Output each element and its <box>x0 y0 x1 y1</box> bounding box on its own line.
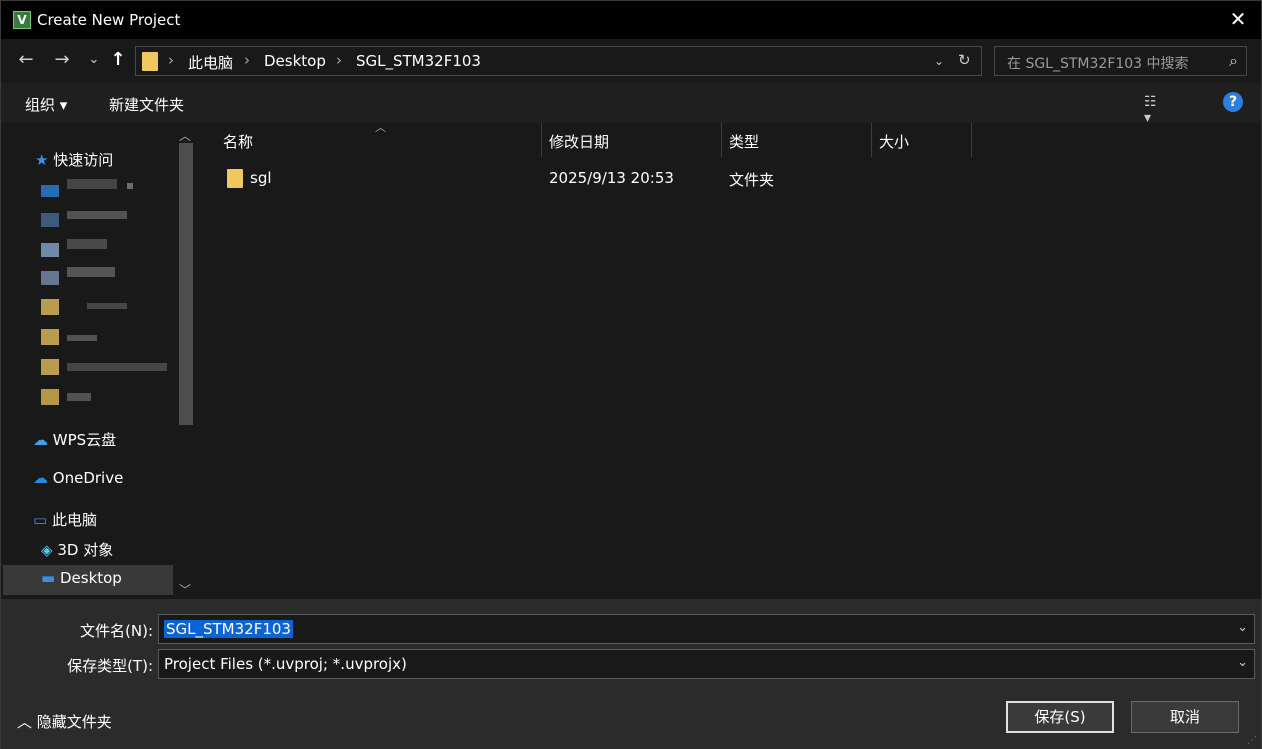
column-header-modified[interactable]: 修改日期 <box>549 131 609 152</box>
desktop-icon: ▬ <box>41 569 56 587</box>
recent-locations-button[interactable]: ⌄ <box>81 49 107 73</box>
sidebar-item-label: 3D 对象 <box>57 541 114 559</box>
filetype-select[interactable]: Project Files (*.uvproj; *.uvprojx) ⌄ <box>158 649 1255 679</box>
forward-button[interactable]: → <box>49 49 75 73</box>
sidebar-item-desktop[interactable]: ▬ Desktop <box>3 565 173 595</box>
chevron-right-icon: › <box>168 51 174 69</box>
column-header-type[interactable]: 类型 <box>729 131 759 152</box>
column-header-size[interactable]: 大小 <box>879 131 909 152</box>
command-toolbar: 组织 ▾ 新建文件夹 ☷ ▾ ? <box>1 83 1261 126</box>
filetype-value[interactable]: Project Files (*.uvproj; *.uvprojx) <box>164 655 407 673</box>
chevron-down-icon[interactable]: ⌄ <box>1237 620 1248 635</box>
sidebar-item-onedrive[interactable]: ☁ OneDrive <box>33 469 123 487</box>
file-list: ︿ 名称 修改日期 类型 大小 sgl 2025/9/13 20:53 文件夹 <box>199 121 1261 599</box>
hide-folders-toggle[interactable]: ︿ 隐藏文件夹 <box>17 711 112 732</box>
scrollbar-thumb[interactable] <box>179 143 193 425</box>
title-bar: V Create New Project ✕ <box>1 1 1261 39</box>
column-divider[interactable] <box>871 123 872 157</box>
sidebar-item-3d-objects[interactable]: ◈ 3D 对象 <box>41 539 113 560</box>
search-box[interactable]: 在 SGL_STM32F103 中搜索 ⌕ <box>994 46 1247 76</box>
scroll-up-icon[interactable]: ︿ <box>179 127 191 144</box>
back-button[interactable]: ← <box>13 49 39 73</box>
sidebar-item-label: 此电脑 <box>51 511 97 529</box>
search-input[interactable]: 在 SGL_STM32F103 中搜索 <box>1007 53 1189 73</box>
onedrive-icon: ☁ <box>33 469 48 487</box>
breadcrumb-this-pc[interactable]: 此电脑 <box>188 52 233 73</box>
scroll-down-icon[interactable]: ﹀ <box>179 581 191 598</box>
sidebar-item-this-pc[interactable]: ▭ 此电脑 <box>33 509 97 530</box>
chevron-up-icon: ︿ <box>17 713 33 731</box>
chevron-down-icon[interactable]: ⌄ <box>1237 655 1248 670</box>
navigation-bar: ← → ⌄ ↑ › 此电脑 › Desktop › SGL_STM32F103 … <box>1 39 1261 83</box>
navigation-pane: ★ 快速访问 ☁ WPS云盘 ☁ OneDrive ▭ 此电脑 ◈ 3D 对象 … <box>1 123 197 599</box>
breadcrumb-project[interactable]: SGL_STM32F103 <box>356 52 481 70</box>
save-options-panel: 文件名(N): SGL_STM32F103 ⌄ 保存类型(T): Project… <box>1 599 1261 749</box>
computer-icon: ▭ <box>33 511 48 529</box>
filename-input[interactable]: SGL_STM32F103 <box>164 620 293 638</box>
sidebar-item-label: 快速访问 <box>53 151 114 169</box>
breadcrumb-desktop[interactable]: Desktop <box>264 52 326 70</box>
column-divider[interactable] <box>971 123 972 157</box>
keil-app-icon: V <box>13 11 31 29</box>
help-icon[interactable]: ? <box>1223 92 1243 112</box>
filename-field[interactable]: SGL_STM32F103 ⌄ <box>158 614 1255 644</box>
search-icon[interactable]: ⌕ <box>1229 51 1238 71</box>
sidebar-item-label: OneDrive <box>52 469 124 487</box>
refresh-icon[interactable]: ↻ <box>958 51 971 69</box>
filetype-label: 保存类型(T): <box>67 657 153 675</box>
blurred-pinned-items <box>41 179 167 405</box>
hide-folders-label: 隐藏文件夹 <box>36 713 112 731</box>
chevron-right-icon: › <box>336 51 342 69</box>
column-divider[interactable] <box>541 123 542 157</box>
close-button[interactable]: ✕ <box>1227 9 1249 31</box>
folder-icon <box>227 169 243 188</box>
resize-grip-icon[interactable]: ⋰ <box>1247 735 1257 746</box>
chevron-right-icon: › <box>244 51 250 69</box>
sidebar-scrollbar[interactable]: ︿ ﹀ <box>175 123 195 599</box>
folder-icon <box>142 52 158 71</box>
window-title: Create New Project <box>37 11 181 29</box>
sidebar-item-label: Desktop <box>59 569 122 587</box>
sort-ascending-icon: ︿ <box>375 121 386 134</box>
sidebar-item-quick-access[interactable]: ★ 快速访问 <box>35 149 113 170</box>
sidebar-item-wps[interactable]: ☁ WPS云盘 <box>33 429 116 450</box>
save-button[interactable]: 保存(S) <box>1006 701 1114 733</box>
star-icon: ★ <box>35 151 49 169</box>
file-type: 文件夹 <box>729 171 775 189</box>
view-options-icon[interactable]: ☷ ▾ <box>1144 94 1164 126</box>
column-divider[interactable] <box>721 123 722 157</box>
new-folder-button[interactable]: 新建文件夹 <box>109 94 184 115</box>
file-name[interactable]: sgl <box>250 169 272 187</box>
cloud-icon: ☁ <box>33 431 48 449</box>
column-header-name[interactable]: 名称 <box>223 131 253 152</box>
up-button[interactable]: ↑ <box>105 49 131 73</box>
file-modified: 2025/9/13 20:53 <box>549 169 674 187</box>
address-bar[interactable]: › 此电脑 › Desktop › SGL_STM32F103 ⌄ ↻ <box>135 46 982 76</box>
cancel-button[interactable]: 取消 <box>1131 701 1239 733</box>
cube-icon: ◈ <box>41 541 53 559</box>
sidebar-item-label: WPS云盘 <box>52 431 117 449</box>
organize-menu[interactable]: 组织 ▾ <box>25 94 67 115</box>
chevron-down-icon[interactable]: ⌄ <box>934 54 944 68</box>
save-dialog: V Create New Project ✕ ← → ⌄ ↑ › 此电脑 › D… <box>0 0 1262 749</box>
filename-label: 文件名(N): <box>80 622 153 640</box>
